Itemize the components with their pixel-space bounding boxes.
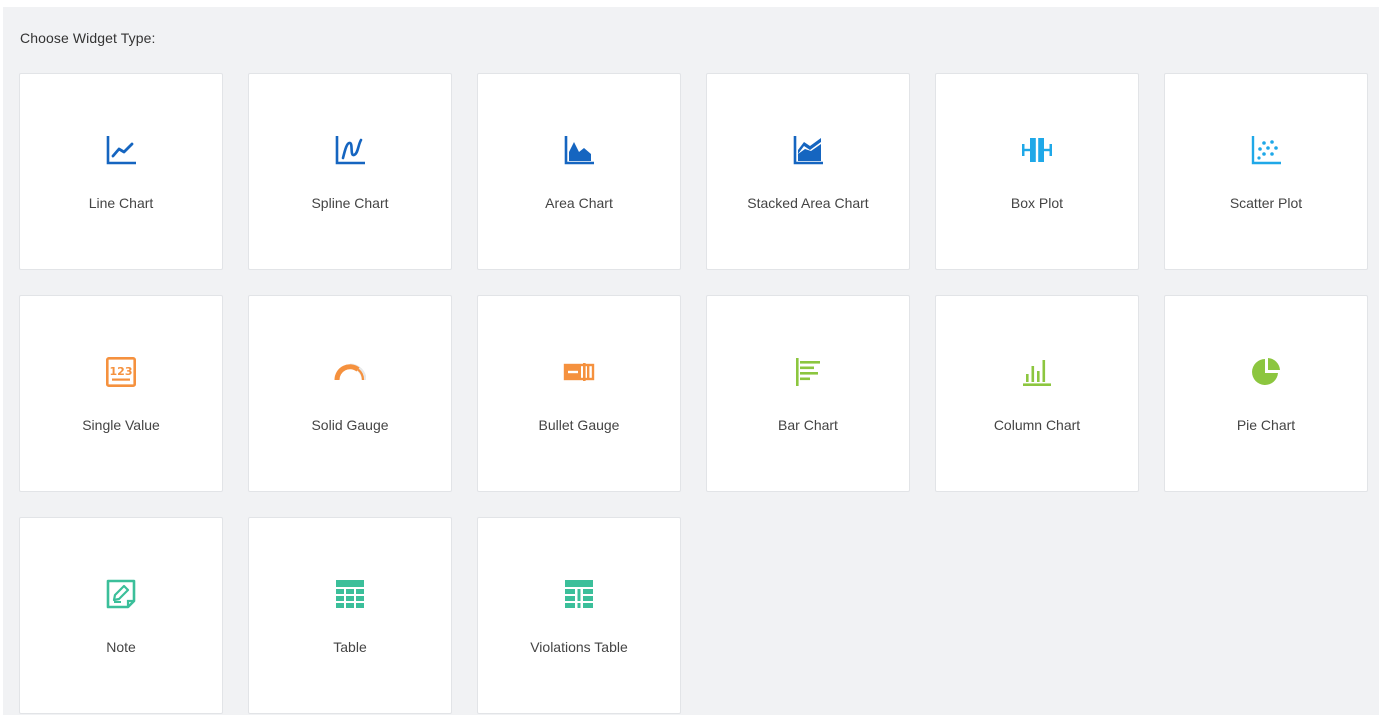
widget-label: Pie Chart	[1236, 417, 1296, 433]
single-value-icon: 123	[105, 356, 137, 388]
note-icon	[105, 578, 137, 610]
widget-tile-stacked-area-chart[interactable]: Stacked Area Chart	[706, 73, 910, 270]
widget-label: Bar Chart	[778, 417, 838, 433]
bar-chart-icon	[792, 356, 824, 388]
widget-label: Table	[333, 639, 367, 655]
widget-grid: Line Chart Spline Chart Area Chart Stack…	[19, 73, 1368, 714]
widget-label: Spline Chart	[311, 195, 389, 211]
widget-tile-solid-gauge[interactable]: Solid Gauge	[248, 295, 452, 492]
table-icon	[334, 578, 366, 610]
widget-tile-column-chart[interactable]: Column Chart	[935, 295, 1139, 492]
scatter-plot-icon	[1250, 134, 1282, 166]
widget-tile-box-plot[interactable]: Box Plot	[935, 73, 1139, 270]
widget-tile-single-value[interactable]: 123 Single Value	[19, 295, 223, 492]
stacked-area-chart-icon	[792, 134, 824, 166]
widget-label: Stacked Area Chart	[747, 195, 869, 211]
widget-label: Bullet Gauge	[538, 417, 620, 433]
solid-gauge-icon	[334, 356, 366, 388]
widget-label: Line Chart	[88, 195, 154, 211]
widget-label: Note	[106, 639, 136, 655]
widget-type-panel: Choose Widget Type: Line Chart Spline Ch…	[3, 7, 1379, 715]
box-plot-icon	[1021, 134, 1053, 166]
spline-chart-icon	[334, 134, 366, 166]
svg-text:123: 123	[110, 365, 133, 378]
pie-chart-icon	[1250, 356, 1282, 388]
widget-tile-scatter-plot[interactable]: Scatter Plot	[1164, 73, 1368, 270]
widget-label: Violations Table	[530, 639, 628, 655]
violations-table-icon	[563, 578, 595, 610]
widget-label: Single Value	[82, 417, 160, 433]
widget-tile-bullet-gauge[interactable]: Bullet Gauge	[477, 295, 681, 492]
widget-label: Box Plot	[1010, 195, 1064, 211]
widget-label: Scatter Plot	[1229, 195, 1303, 211]
widget-label: Solid Gauge	[311, 417, 389, 433]
widget-tile-pie-chart[interactable]: Pie Chart	[1164, 295, 1368, 492]
page-title: Choose Widget Type:	[20, 30, 156, 46]
widget-tile-area-chart[interactable]: Area Chart	[477, 73, 681, 270]
widget-label: Area Chart	[545, 195, 613, 211]
widget-tile-violations-table[interactable]: Violations Table	[477, 517, 681, 714]
widget-label: Column Chart	[993, 417, 1081, 433]
column-chart-icon	[1021, 356, 1053, 388]
area-chart-icon	[563, 134, 595, 166]
line-chart-icon	[105, 134, 137, 166]
widget-tile-line-chart[interactable]: Line Chart	[19, 73, 223, 270]
widget-tile-note[interactable]: Note	[19, 517, 223, 714]
widget-tile-table[interactable]: Table	[248, 517, 452, 714]
widget-tile-spline-chart[interactable]: Spline Chart	[248, 73, 452, 270]
bullet-gauge-icon	[563, 356, 595, 388]
widget-tile-bar-chart[interactable]: Bar Chart	[706, 295, 910, 492]
